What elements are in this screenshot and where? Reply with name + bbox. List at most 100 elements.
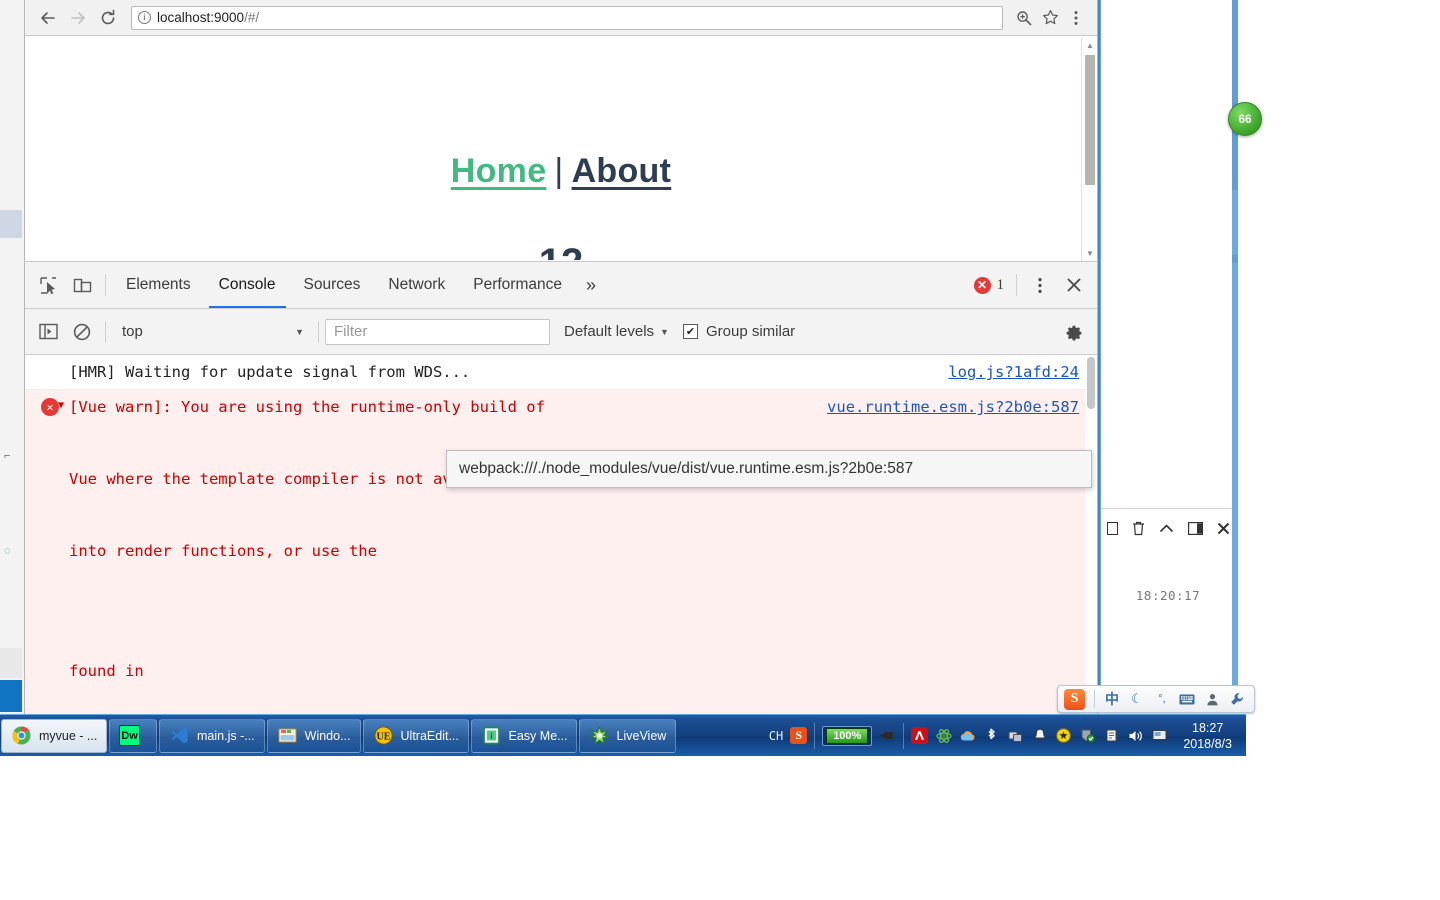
group-similar-toggle[interactable]: ✔ Group similar xyxy=(682,323,795,340)
console-output[interactable]: [HMR] Waiting for update signal from WDS… xyxy=(25,355,1097,715)
console-message-text: [HMR] Waiting for update signal from WDS… xyxy=(69,363,471,381)
reload-button[interactable] xyxy=(93,3,123,33)
react-icon[interactable] xyxy=(935,727,952,744)
background-window-right[interactable] xyxy=(1098,0,1238,712)
scroll-down-arrow[interactable]: ▼ xyxy=(1082,245,1098,261)
page-info-icon[interactable]: i xyxy=(138,11,151,24)
nav-link-home[interactable]: Home xyxy=(451,152,547,190)
taskbar-label: UltraEdit... xyxy=(400,728,459,743)
nav-link-about[interactable]: About xyxy=(572,152,672,190)
background-window-left[interactable]: ⌐ ◌ xyxy=(0,0,26,715)
taskbar-label: main.js -... xyxy=(197,728,255,743)
wrench-icon[interactable] xyxy=(1229,692,1245,706)
console-error-icon: ✕ xyxy=(41,398,59,416)
console-scrollbar[interactable]: ▲ ▼ xyxy=(1085,355,1097,715)
more-tabs-icon[interactable]: » xyxy=(576,275,606,296)
taskbar-label: Windo... xyxy=(304,728,351,743)
close-icon[interactable] xyxy=(1217,522,1230,535)
sogou-logo-icon[interactable]: S xyxy=(1064,688,1085,710)
page-scroll-thumb[interactable] xyxy=(1085,55,1095,185)
taskbar-item-chrome[interactable]: myvue - ... xyxy=(1,718,107,753)
bluetooth-icon[interactable] xyxy=(983,727,1000,744)
tray-divider-2 xyxy=(903,722,905,749)
background-right-toolbar[interactable] xyxy=(1098,512,1238,544)
scroll-up-arrow[interactable]: ▲ xyxy=(1082,37,1098,53)
easymenu-icon: i xyxy=(481,725,502,746)
battery-indicator[interactable]: 100% xyxy=(822,725,873,746)
tab-console[interactable]: Console xyxy=(205,262,290,308)
panel-icon[interactable] xyxy=(1107,521,1118,535)
background-right-scroll-thumb[interactable] xyxy=(1232,0,1238,190)
network-icon[interactable] xyxy=(1007,727,1024,744)
background-right-scroll-thumb-2[interactable] xyxy=(1232,255,1238,263)
clear-console-icon[interactable] xyxy=(65,315,99,349)
adobe-icon[interactable] xyxy=(911,727,929,744)
taskbar-item-explorer[interactable]: Windo... xyxy=(266,718,361,753)
background-left-accent xyxy=(0,680,22,712)
moon-icon[interactable]: ☾ xyxy=(1129,691,1145,707)
kebab-menu-icon[interactable] xyxy=(1063,5,1089,31)
cloud-icon[interactable] xyxy=(959,727,976,744)
tab-performance[interactable]: Performance xyxy=(459,262,576,308)
tab-network[interactable]: Network xyxy=(374,262,459,308)
gear-icon[interactable] xyxy=(1057,315,1091,349)
sogou-icon[interactable]: S xyxy=(790,727,808,744)
chevron-up-icon[interactable] xyxy=(1159,523,1174,534)
error-count-badge[interactable]: ✕ 1 xyxy=(973,276,1011,294)
console-found-in: found in xyxy=(69,662,144,680)
power-plug-icon[interactable] xyxy=(879,727,896,744)
device-toolbar-icon[interactable] xyxy=(65,268,99,302)
context-divider xyxy=(318,320,319,343)
system-tray: CH S 100% 18:27 2018/8/3 xyxy=(763,715,1246,757)
status-badge[interactable]: 66 xyxy=(1228,102,1262,136)
split-panel-icon[interactable] xyxy=(1188,521,1203,535)
console-error-source-link[interactable]: vue.runtime.esm.js?2b0e:587 xyxy=(827,395,1079,419)
ime-floating-toolbar[interactable]: S 中 ☾ °, xyxy=(1057,685,1255,713)
tab-elements[interactable]: Elements xyxy=(112,262,205,308)
punctuation-icon[interactable]: °, xyxy=(1154,693,1170,705)
ime-mode-chinese[interactable]: 中 xyxy=(1104,689,1120,709)
keyboard-icon[interactable] xyxy=(1179,694,1195,705)
trash-icon[interactable] xyxy=(1132,521,1145,536)
taskbar-item-liveview[interactable]: LiveView xyxy=(578,718,677,753)
person-icon[interactable] xyxy=(1204,693,1220,706)
group-similar-checkbox[interactable]: ✔ xyxy=(682,324,698,339)
taskbar-clock[interactable]: 18:27 2018/8/3 xyxy=(1175,720,1240,752)
execution-context-select[interactable]: top ▼ xyxy=(112,319,312,345)
page-scrollbar[interactable]: ▲ ▼ xyxy=(1081,37,1097,261)
update-icon[interactable] xyxy=(1055,727,1072,744)
console-filter-input[interactable]: Filter xyxy=(325,318,550,345)
devtools-close-icon[interactable] xyxy=(1057,268,1091,302)
console-sidebar-icon[interactable] xyxy=(31,315,65,349)
clipboard-icon[interactable] xyxy=(1103,727,1120,744)
expand-triangle-icon[interactable]: ▼ xyxy=(58,400,64,411)
explorer-icon xyxy=(277,725,298,746)
devtools-tabbar: Elements Console Sources Network Perform… xyxy=(25,262,1097,309)
devtools-menu-icon[interactable] xyxy=(1023,268,1057,302)
ime-language-indicator[interactable]: CH xyxy=(769,729,783,743)
vscode-icon xyxy=(169,725,190,746)
star-icon[interactable] xyxy=(1037,5,1063,31)
console-scroll-thumb[interactable] xyxy=(1087,357,1095,409)
bell-icon[interactable] xyxy=(1031,727,1048,744)
console-message-source-link[interactable]: log.js?1afd:24 xyxy=(948,360,1079,384)
ultraedit-icon: UE xyxy=(373,725,394,746)
search-plus-icon[interactable] xyxy=(1011,5,1037,31)
inspect-element-icon[interactable] xyxy=(31,268,65,302)
console-message-error[interactable]: ✕ ▼ [Vue warn]: You are using the runtim… xyxy=(25,390,1097,419)
shield-icon[interactable] xyxy=(1079,727,1096,744)
tab-sources[interactable]: Sources xyxy=(290,262,375,308)
background-right-separator xyxy=(1101,508,1235,509)
display-icon[interactable] xyxy=(1151,727,1168,744)
taskbar-item-easymenu[interactable]: i Easy Me... xyxy=(470,718,577,753)
taskbar-item-vscode[interactable]: main.js -... xyxy=(159,718,265,753)
badge-divider xyxy=(1016,274,1017,296)
address-bar[interactable]: i localhost:9000/#/ xyxy=(131,5,1003,30)
volume-icon[interactable] xyxy=(1127,727,1144,744)
back-button[interactable] xyxy=(33,3,63,33)
taskbar-item-ultraedit[interactable]: UE UltraEdit... xyxy=(362,718,469,753)
forward-button[interactable] xyxy=(63,3,93,33)
log-levels-dropdown[interactable]: Default levels ▼ xyxy=(564,323,669,340)
console-message-info[interactable]: [HMR] Waiting for update signal from WDS… xyxy=(25,355,1097,390)
taskbar-item-dreamweaver[interactable]: Dw xyxy=(109,718,157,753)
